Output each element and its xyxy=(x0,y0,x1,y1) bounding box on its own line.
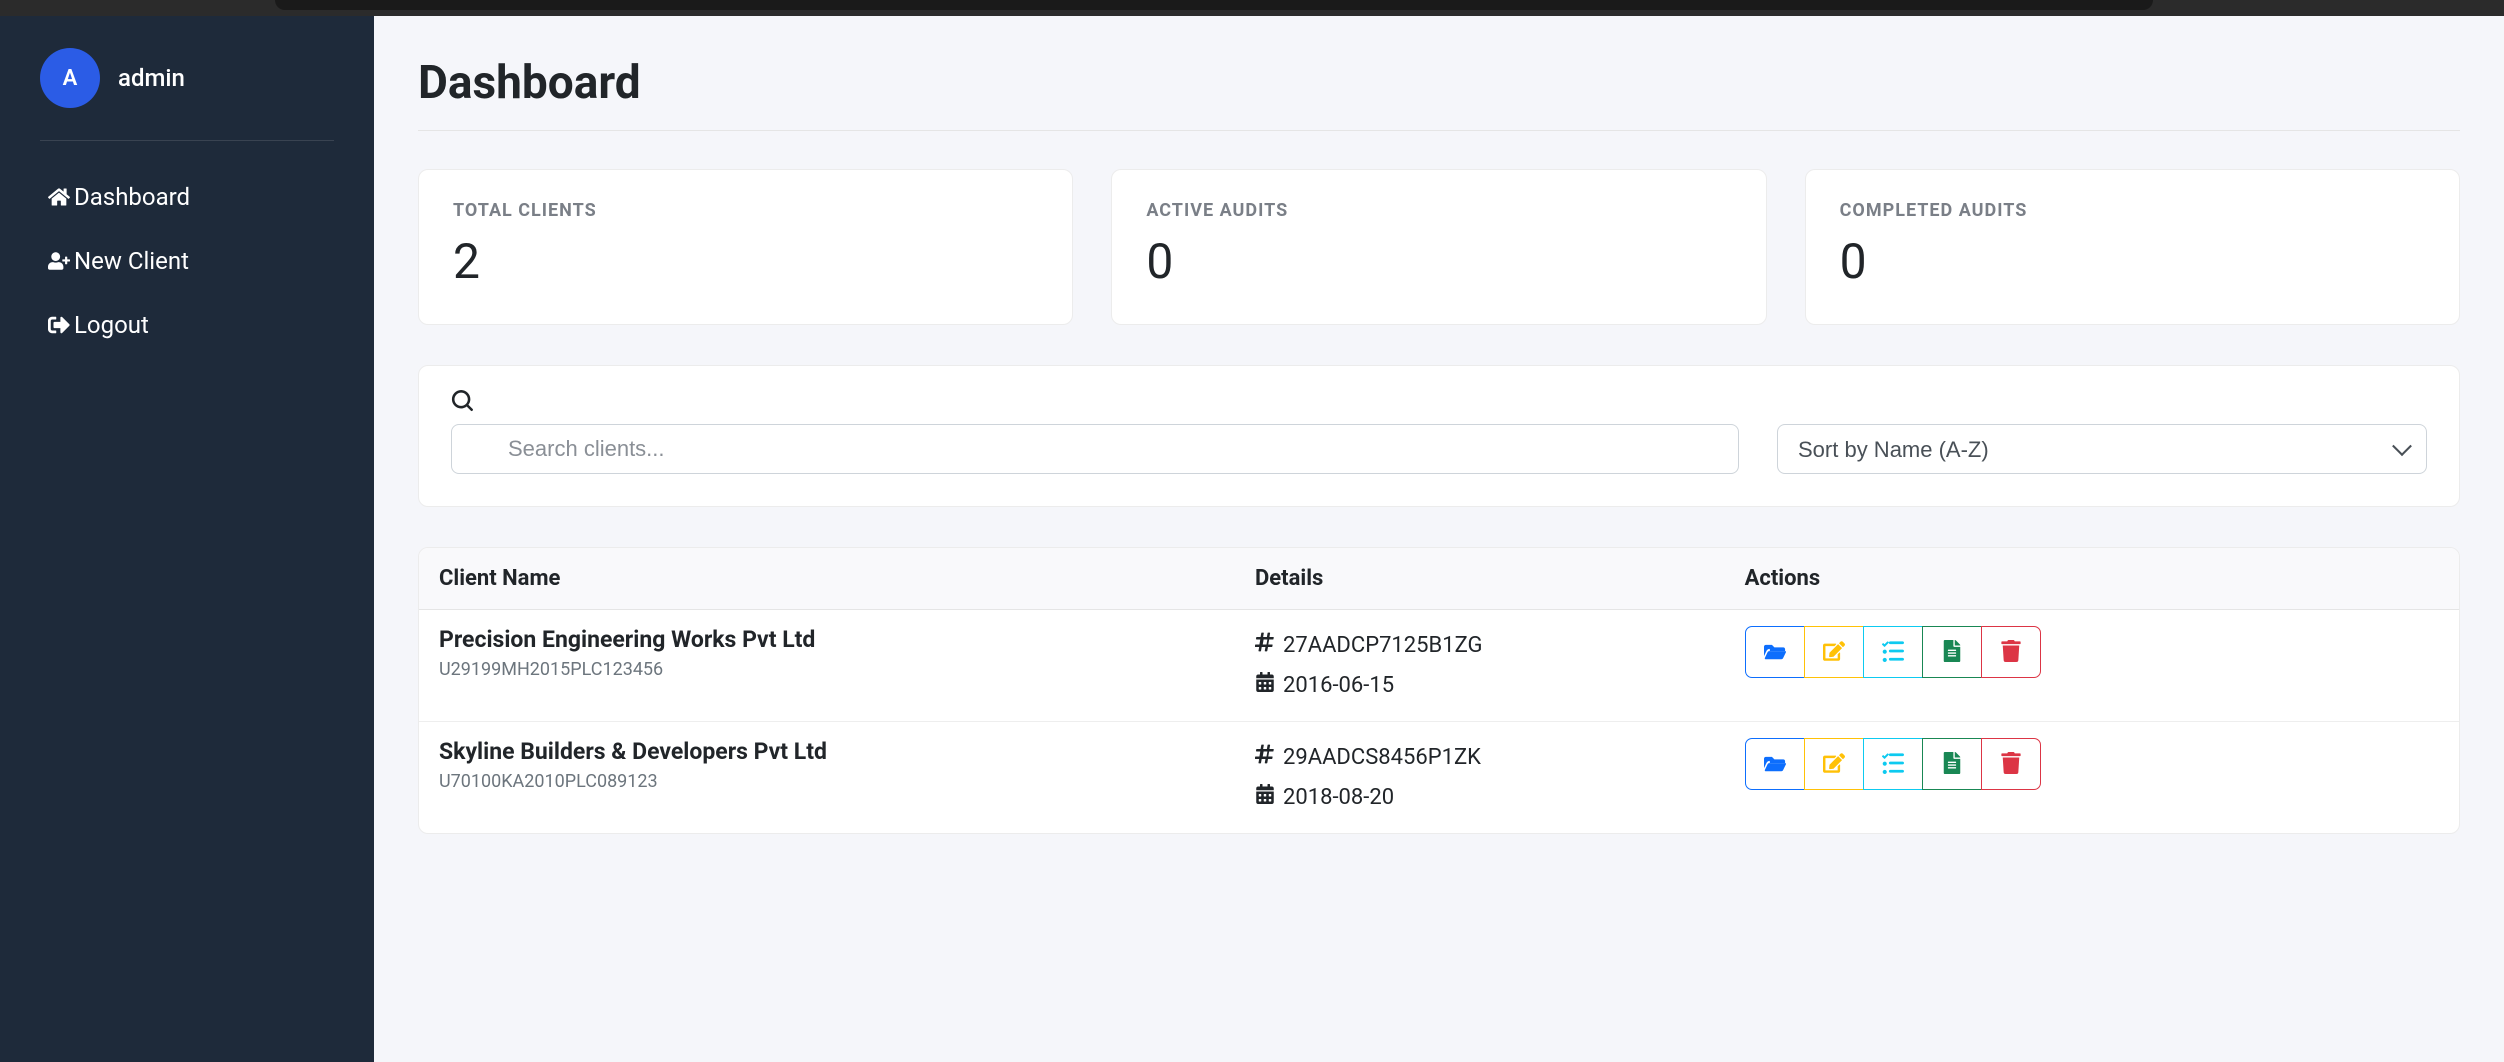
trash-icon xyxy=(2000,640,2022,665)
table-row: Skyline Builders & Developers Pvt Ltd U7… xyxy=(419,722,2459,834)
sidebar: A admin Dashboard New Client Logo xyxy=(0,16,374,1062)
client-subid: U70100KA2010PLC089123 xyxy=(439,771,1215,792)
th-details: Details xyxy=(1235,548,1725,610)
nav-item-dashboard[interactable]: Dashboard xyxy=(32,165,342,229)
hashtag-icon xyxy=(1255,626,1275,666)
main-content: Dashboard TOTAL CLIENTS 2 ACTIVE AUDITS … xyxy=(374,16,2504,1062)
folder-open-icon xyxy=(1764,752,1786,777)
file-icon xyxy=(1941,752,1963,777)
card-label: COMPLETED AUDITS xyxy=(1840,200,2425,221)
nav-label: Dashboard xyxy=(74,183,190,211)
edit-button[interactable] xyxy=(1804,626,1864,678)
edit-icon xyxy=(1823,752,1845,777)
report-button[interactable] xyxy=(1922,626,1982,678)
search-wrap xyxy=(451,390,1739,474)
table-header-row: Client Name Details Actions xyxy=(419,548,2459,610)
profile-block: A admin xyxy=(0,48,374,140)
page-title: Dashboard xyxy=(418,56,2460,131)
checklist-icon xyxy=(1882,752,1904,777)
search-icon xyxy=(451,397,473,416)
folder-open-icon xyxy=(1764,640,1786,665)
edit-icon xyxy=(1823,640,1845,665)
open-folder-button[interactable] xyxy=(1745,738,1805,790)
delete-button[interactable] xyxy=(1981,626,2041,678)
open-folder-button[interactable] xyxy=(1745,626,1805,678)
client-subid: U29199MH2015PLC123456 xyxy=(439,659,1215,680)
username-label: admin xyxy=(118,64,185,92)
th-actions: Actions xyxy=(1725,548,2459,610)
client-date: 2016-06-15 xyxy=(1283,666,1394,706)
calendar-icon xyxy=(1255,666,1275,706)
sort-select[interactable]: Sort by Name (A-Z) xyxy=(1777,424,2427,474)
th-client-name: Client Name xyxy=(419,548,1235,610)
browser-chrome xyxy=(0,0,2504,16)
clients-table: Client Name Details Actions Precision En… xyxy=(419,548,2459,833)
client-name: Skyline Builders & Developers Pvt Ltd xyxy=(439,738,1215,765)
client-date: 2018-08-20 xyxy=(1283,778,1394,818)
nav-label: New Client xyxy=(74,247,189,275)
card-value: 0 xyxy=(1146,233,1731,290)
nav-item-new-client[interactable]: New Client xyxy=(32,229,342,293)
edit-button[interactable] xyxy=(1804,738,1864,790)
card-total-clients: TOTAL CLIENTS 2 xyxy=(418,169,1073,325)
checklist-button[interactable] xyxy=(1863,738,1923,790)
logout-icon xyxy=(48,314,74,336)
card-active-audits: ACTIVE AUDITS 0 xyxy=(1111,169,1766,325)
user-plus-icon xyxy=(48,250,74,272)
stats-cards: TOTAL CLIENTS 2 ACTIVE AUDITS 0 COMPLETE… xyxy=(418,169,2460,325)
home-icon xyxy=(48,186,74,208)
checklist-icon xyxy=(1882,640,1904,665)
table-row: Precision Engineering Works Pvt Ltd U291… xyxy=(419,610,2459,722)
hashtag-icon xyxy=(1255,738,1275,778)
card-completed-audits: COMPLETED AUDITS 0 xyxy=(1805,169,2460,325)
nav-label: Logout xyxy=(74,311,149,339)
toolbar: Sort by Name (A-Z) xyxy=(418,365,2460,507)
nav-item-logout[interactable]: Logout xyxy=(32,293,342,357)
trash-icon xyxy=(2000,752,2022,777)
client-code: 27AADCP7125B1ZG xyxy=(1283,626,1482,666)
checklist-button[interactable] xyxy=(1863,626,1923,678)
client-code: 29AADCS8456P1ZK xyxy=(1283,738,1481,778)
card-label: ACTIVE AUDITS xyxy=(1146,200,1731,221)
delete-button[interactable] xyxy=(1981,738,2041,790)
file-icon xyxy=(1941,640,1963,665)
sidebar-divider xyxy=(40,140,334,141)
card-value: 2 xyxy=(453,233,1038,290)
action-group xyxy=(1745,738,2439,790)
sort-wrap: Sort by Name (A-Z) xyxy=(1777,424,2427,474)
calendar-icon xyxy=(1255,778,1275,818)
clients-table-card: Client Name Details Actions Precision En… xyxy=(418,547,2460,834)
sidebar-nav: Dashboard New Client Logout xyxy=(0,165,374,357)
search-input[interactable] xyxy=(451,424,1739,474)
card-label: TOTAL CLIENTS xyxy=(453,200,1038,221)
card-value: 0 xyxy=(1840,233,2425,290)
action-group xyxy=(1745,626,2439,678)
client-name: Precision Engineering Works Pvt Ltd xyxy=(439,626,1215,653)
report-button[interactable] xyxy=(1922,738,1982,790)
avatar: A xyxy=(40,48,100,108)
